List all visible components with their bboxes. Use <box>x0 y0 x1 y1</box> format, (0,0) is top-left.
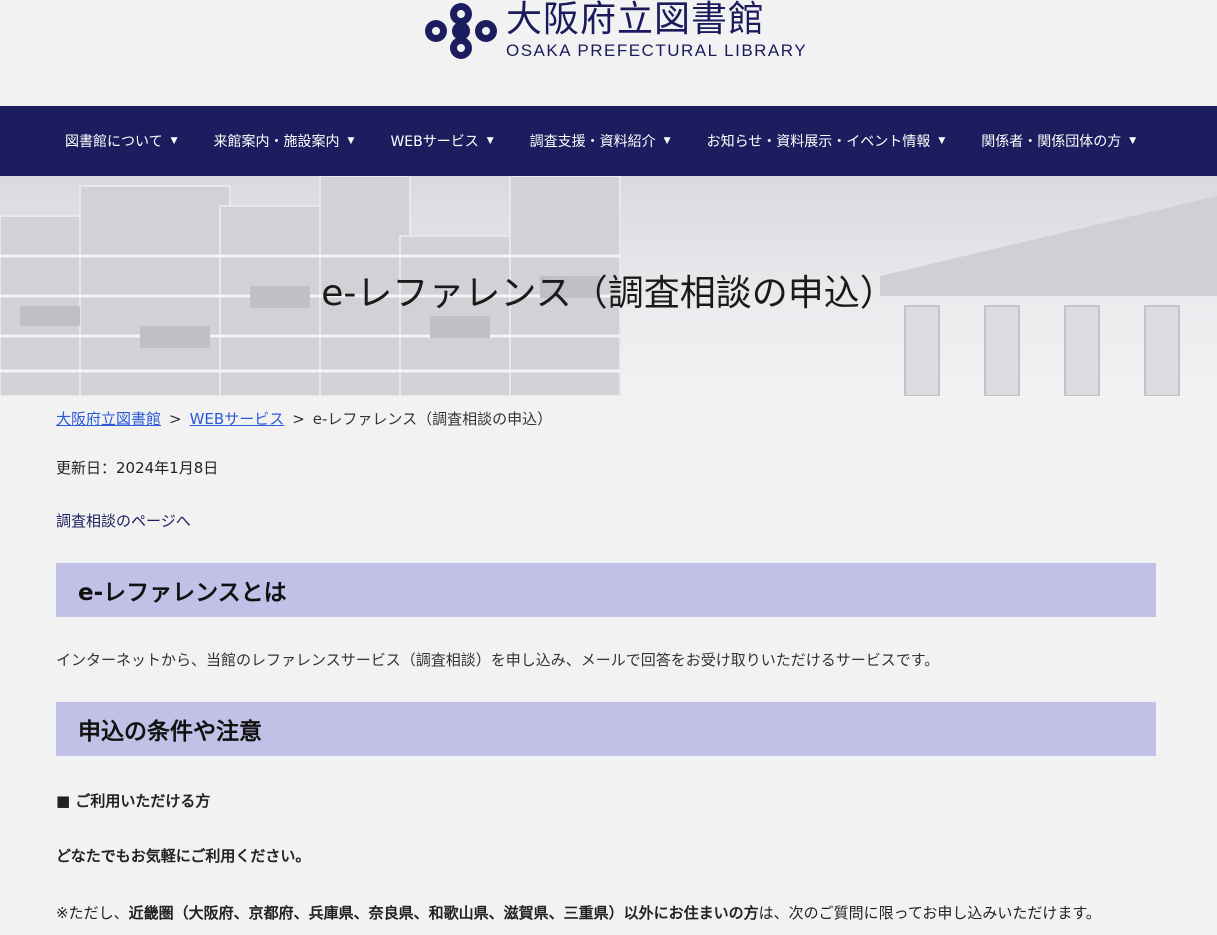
breadcrumb-separator: > <box>292 410 305 428</box>
restriction-note: ※ただし、近畿圏（大阪府、京都府、兵庫県、奈良県、和歌山県、滋賀県、三重県）以外… <box>56 900 1156 926</box>
caret-down-icon: ▼ <box>347 136 355 146</box>
nav-item-label: 調査支援・資料紹介 <box>529 134 656 150</box>
updated-date: 更新日：2024年1月8日 <box>56 459 219 477</box>
breadcrumb: 大阪府立図書館 > WEBサービス > e-レファレンス（調査相談の申込） <box>56 408 1156 429</box>
site-logo[interactable]: 大阪府立図書館 OSAKA PREFECTURAL LIBRARY <box>422 0 807 62</box>
breadcrumb-link-home[interactable]: 大阪府立図書館 <box>56 410 161 428</box>
caret-down-icon: ▼ <box>1129 136 1137 146</box>
section-heading-what-is: e-レファレンスとは <box>56 563 1156 617</box>
nav-item-label: 来館案内・施設案内 <box>213 134 340 150</box>
nav-item-label: 関係者・関係団体の方 <box>981 134 1122 150</box>
nav-item-research[interactable]: 調査支援・資料紹介 ▼ <box>512 106 689 176</box>
main-nav: 図書館について ▼ 来館案内・施設案内 ▼ WEBサービス ▼ 調査支援・資料紹介 ▼ … <box>0 106 1217 176</box>
hero-banner: e-レファレンス（調査相談の申込） <box>0 176 1217 396</box>
caret-down-icon: ▼ <box>486 136 494 146</box>
nav-item-label: 図書館について <box>65 134 163 150</box>
nav-item-label: WEBサービス <box>390 134 479 150</box>
note-suffix: は、次のご質問に限ってお申し込みいただけます。 <box>758 904 1101 922</box>
caret-down-icon: ▼ <box>663 136 671 146</box>
nav-item-about[interactable]: 図書館について ▼ <box>47 106 196 176</box>
note-prefix: ※ただし、 <box>56 904 129 922</box>
breadcrumb-current: e-レファレンス（調査相談の申込） <box>312 410 553 428</box>
consultation-page-link[interactable]: 調査相談のページへ <box>56 510 1156 531</box>
eligible-users-heading: ■ ご利用いただける方 <box>56 792 211 810</box>
section-heading-conditions: 申込の条件や注意 <box>56 702 1156 756</box>
nav-item-partners[interactable]: 関係者・関係団体の方 ▼ <box>963 106 1154 176</box>
caret-down-icon: ▼ <box>170 136 178 146</box>
nav-item-news-events[interactable]: お知らせ・資料展示・イベント情報 ▼ <box>689 106 964 176</box>
anyone-welcome-text: どなたでもお気軽にご利用ください。 <box>56 847 311 865</box>
main-content: 大阪府立図書館 > WEBサービス > e-レファレンス（調査相談の申込） 更新日：20… <box>0 408 1217 926</box>
note-region: 近畿圏（大阪府、京都府、兵庫県、奈良県、和歌山県、滋賀県、三重県）以外にお住まい… <box>128 904 759 922</box>
logo-japanese-text: 大阪府立図書館 <box>506 0 766 40</box>
nav-item-web-services[interactable]: WEBサービス ▼ <box>372 106 511 176</box>
nav-item-visit[interactable]: 来館案内・施設案内 ▼ <box>196 106 373 176</box>
library-logo-icon <box>425 3 497 59</box>
breadcrumb-link-web-services[interactable]: WEBサービス <box>190 410 285 428</box>
site-header: 大阪府立図書館 OSAKA PREFECTURAL LIBRARY <box>0 0 1217 106</box>
breadcrumb-separator: > <box>169 410 182 428</box>
logo-english-text: OSAKA PREFECTURAL LIBRARY <box>506 41 808 60</box>
nav-item-label: お知らせ・資料展示・イベント情報 <box>706 134 931 150</box>
intro-text: インターネットから、当館のレファレンスサービス（調査相談）を申し込み、メールで回… <box>56 651 940 669</box>
page-title: e-レファレンス（調査相談の申込） <box>321 273 896 314</box>
caret-down-icon: ▼ <box>938 136 946 146</box>
